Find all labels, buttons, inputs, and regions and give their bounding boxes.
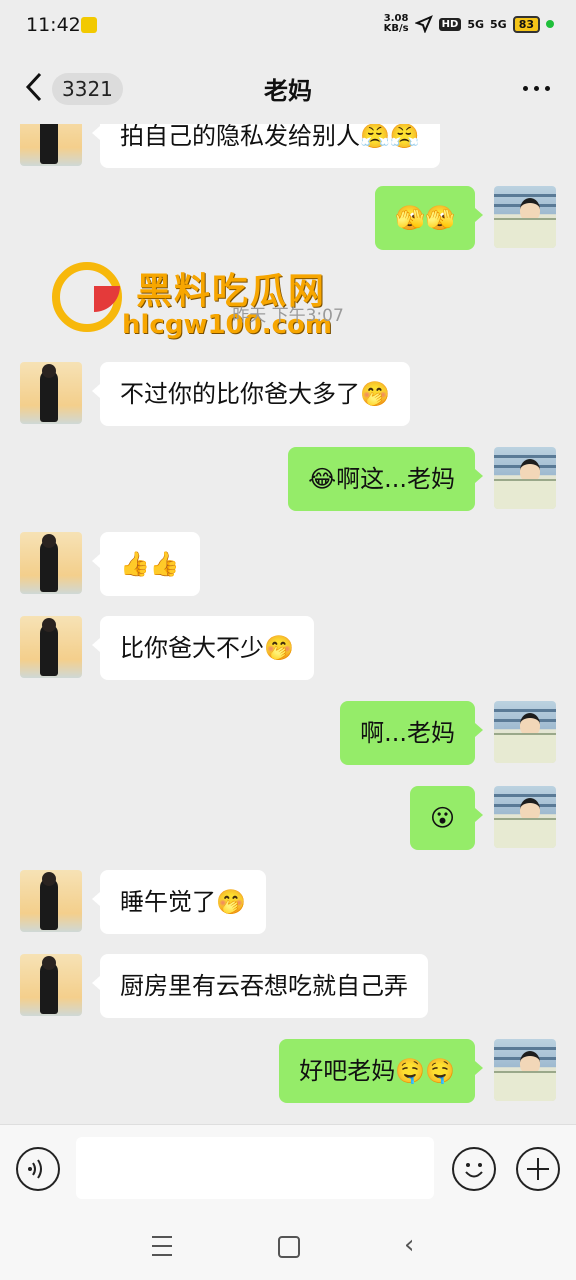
home-icon[interactable] [278,1236,300,1258]
message-input[interactable] [76,1137,434,1199]
status-time: 11:42 [26,14,81,36]
avatar-contact[interactable] [20,870,82,932]
message-bubble[interactable]: 拍自己的隐私发给别人😤😤 [92,124,440,168]
status-bar: 11:42 3.08 KB/s HD 5G 5G 83 [0,0,576,52]
more-dots-icon[interactable] [523,86,550,91]
message-bubble[interactable]: 😂啊这...老妈 [288,447,483,511]
message-timestamp: 昨天 下午3:07 [232,306,344,326]
message-bubble[interactable]: 睡午觉了🤭 [92,870,266,934]
message-bubble[interactable]: 不过你的比你爸大多了🤭 [92,362,410,426]
signal-icon-2: 5G [490,17,507,31]
plus-icon[interactable] [516,1147,560,1191]
message-bubble[interactable]: 👍👍 [92,532,200,596]
message-bubble[interactable]: 🫣🫣 [375,186,483,250]
status-dot [546,20,554,28]
avatar-contact[interactable] [20,616,82,678]
chat-title: 老妈 [264,77,312,105]
message-bubble[interactable]: 😮 [409,786,484,850]
message-bubble[interactable]: 好吧老妈🤤🤤 [279,1039,483,1103]
avatar-self[interactable] [494,186,556,248]
avatar-self[interactable] [494,786,556,848]
network-speed-unit: KB/s [383,23,409,34]
message-bubble[interactable]: 比你爸大不少🤭 [92,616,314,680]
avatar-contact[interactable] [20,954,82,1016]
avatar-self[interactable] [494,1039,556,1101]
avatar-contact[interactable] [20,362,82,424]
message-bubble[interactable]: 厨房里有云吞想吃就自己弄 [92,954,428,1018]
notification-icon [81,17,97,33]
system-nav-bar: ‹ [0,1220,576,1280]
battery-icon: 83 [512,15,540,33]
input-bar [0,1124,576,1221]
status-icons: 3.08 KB/s HD 5G 5G 83 [384,14,554,34]
emoji-icon[interactable] [452,1147,496,1191]
voice-icon[interactable] [16,1147,60,1191]
hd-icon: HD [438,17,462,31]
back-icon[interactable]: ‹ [404,1232,414,1258]
chat-header: 3321 老妈 [0,52,576,124]
message-bubble[interactable]: 啊...老妈 [340,701,483,765]
location-icon [414,15,433,33]
signal-icon-1: 5G [467,17,484,31]
avatar-self[interactable] [494,447,556,509]
avatar-contact[interactable] [20,124,82,166]
avatar-contact[interactable] [20,532,82,594]
menu-icon[interactable] [152,1236,172,1256]
avatar-self[interactable] [494,701,556,763]
network-speed: 3.08 KB/s [384,14,409,34]
